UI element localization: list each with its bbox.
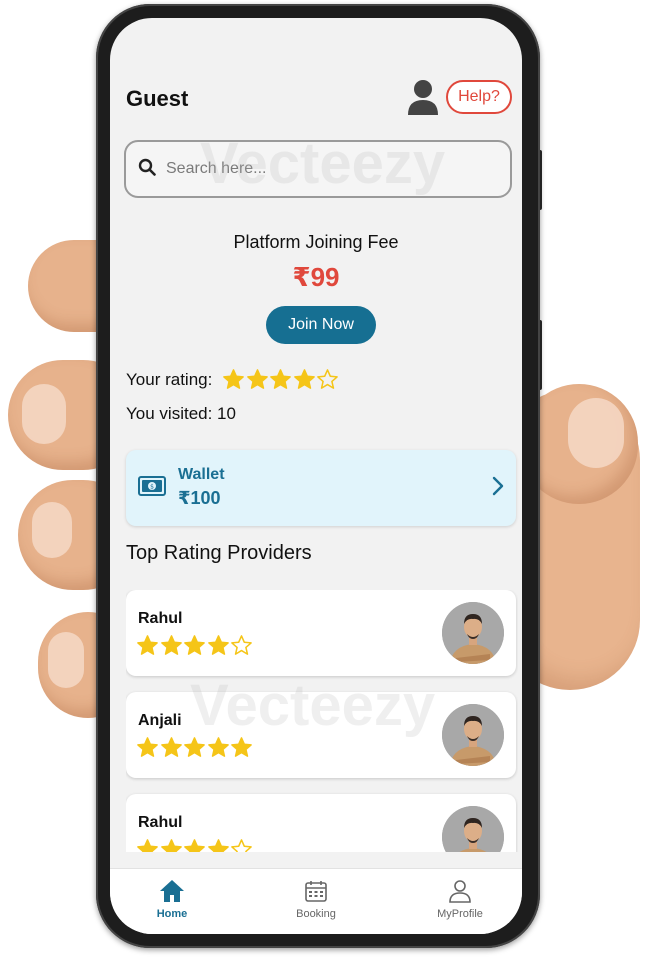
nav-booking-label: Booking: [296, 908, 336, 920]
search-icon: [138, 158, 156, 181]
provider-photo: [442, 704, 504, 766]
star-filled-icon: [246, 369, 268, 389]
wallet-amount: ₹100: [178, 488, 221, 508]
money-icon: $: [138, 476, 166, 501]
provider-photo: [442, 602, 504, 664]
provider-card[interactable]: Anjali: [126, 692, 516, 778]
search-input[interactable]: [166, 160, 466, 178]
nav-myprofile[interactable]: MyProfile: [410, 879, 510, 920]
search-bar[interactable]: [124, 140, 512, 198]
provider-card[interactable]: Rahul: [126, 590, 516, 676]
app-screen: Guest Help? Platform Joining Fee ₹99 Joi…: [110, 18, 522, 934]
join-now-button[interactable]: Join Now: [266, 306, 376, 344]
wallet-label: Wallet: [178, 466, 225, 483]
provider-rating-stars: [136, 736, 254, 759]
star-filled-icon: [184, 635, 205, 655]
star-filled-icon: [184, 839, 205, 852]
phone-frame: Guest Help? Platform Joining Fee ₹99 Joi…: [96, 4, 540, 948]
visited-count: You visited: 10: [126, 404, 236, 423]
svg-text:$: $: [150, 484, 154, 491]
star-filled-icon: [223, 369, 245, 389]
fee-price: ₹99: [292, 262, 340, 292]
provider-name: Anjali: [138, 712, 182, 729]
provider-name: Rahul: [138, 610, 183, 627]
star-filled-icon: [160, 737, 182, 757]
section-title: Top Rating Providers: [126, 542, 312, 564]
your-rating: Your rating:: [126, 368, 340, 391]
app-header: Guest Help?: [126, 78, 512, 128]
nav-home-label: Home: [156, 908, 188, 920]
chevron-right-icon: [492, 476, 504, 501]
star-filled-icon: [160, 839, 182, 852]
star-filled-icon: [293, 369, 315, 389]
star-filled-icon: [207, 635, 229, 655]
star-filled-icon: [137, 839, 158, 852]
user-icon[interactable]: [406, 78, 440, 116]
provider-rating-stars: [136, 838, 254, 852]
star-empty-icon: [231, 839, 252, 852]
star-filled-icon: [160, 635, 182, 655]
wallet-card[interactable]: $ Wallet ₹100: [126, 450, 516, 526]
calendar-icon: [266, 879, 366, 906]
star-filled-icon: [137, 737, 158, 757]
provider-rating-stars: [136, 634, 254, 657]
home-icon: [122, 879, 222, 906]
rating-label: Your rating:: [126, 369, 213, 389]
user-rating-stars: [222, 368, 340, 391]
nav-home[interactable]: Home: [122, 879, 222, 920]
provider-name: Rahul: [138, 814, 183, 831]
star-filled-icon: [270, 369, 292, 389]
nav-profile-label: MyProfile: [437, 908, 483, 920]
help-button[interactable]: Help?: [446, 80, 512, 114]
star-filled-icon: [137, 635, 158, 655]
star-filled-icon: [184, 737, 205, 757]
nav-booking[interactable]: Booking: [266, 879, 366, 920]
page-title: Guest: [126, 86, 189, 111]
star-empty-icon: [231, 635, 252, 655]
star-filled-icon: [207, 737, 229, 757]
provider-photo: [442, 806, 504, 852]
fee-label: Platform Joining Fee: [233, 232, 399, 252]
star-empty-icon: [317, 369, 339, 389]
bottom-navigation: Home Booking MyProfile: [110, 868, 522, 934]
providers-list[interactable]: Rahul Anjali Rahul: [126, 590, 518, 852]
star-filled-icon: [231, 737, 252, 757]
profile-icon: [410, 879, 510, 906]
provider-card[interactable]: Rahul: [126, 794, 516, 852]
star-filled-icon: [207, 839, 229, 852]
